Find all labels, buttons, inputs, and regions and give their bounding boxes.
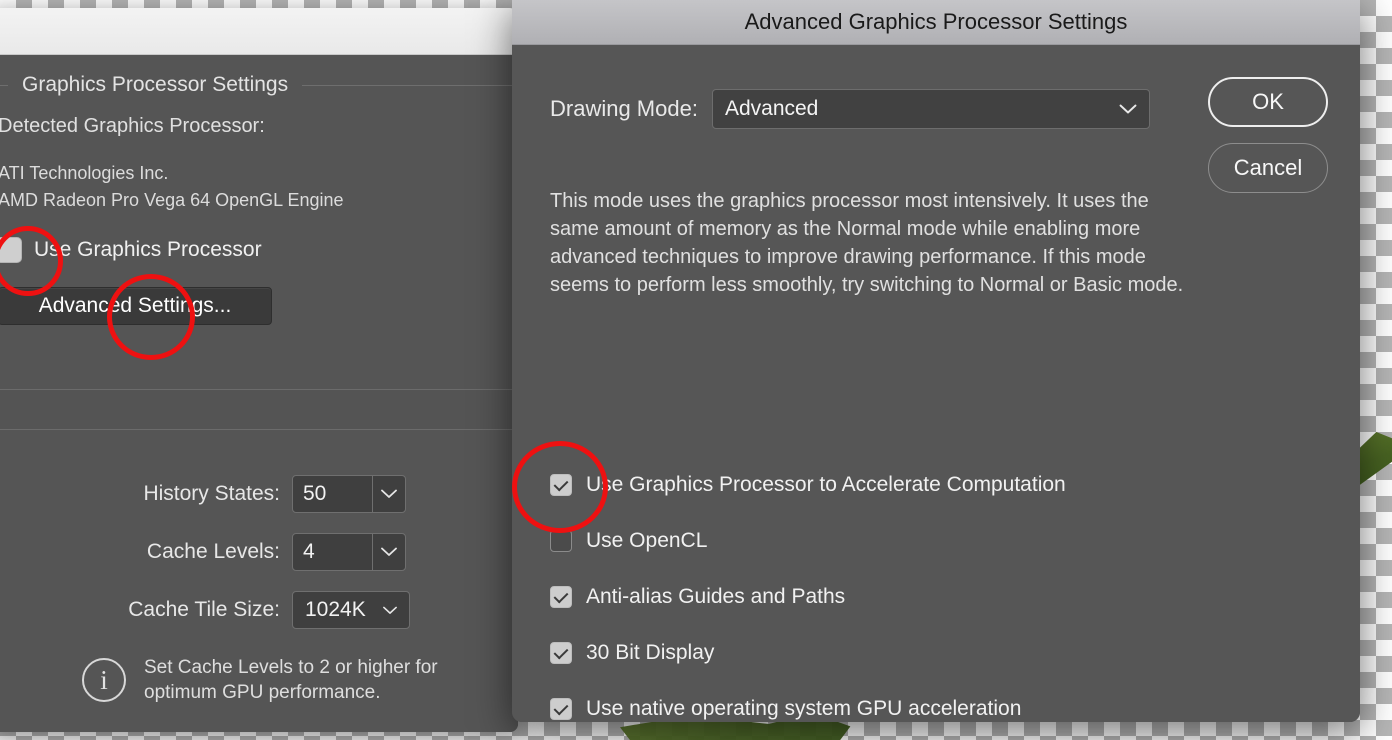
cache-tile-size-row: Cache Tile Size: 1024K (0, 591, 518, 629)
use-gpu-accelerate-computation-label: Use Graphics Processor to Accelerate Com… (586, 473, 1066, 496)
option-row-use-opencl[interactable]: Use OpenCL (550, 513, 1250, 569)
preferences-body: Graphics Processor Settings Detected Gra… (0, 55, 518, 732)
use-graphics-processor-label: Use Graphics Processor (34, 238, 262, 261)
advanced-options-list: Use Graphics Processor to Accelerate Com… (550, 457, 1250, 722)
use-graphics-processor-checkbox[interactable] (0, 237, 22, 263)
cache-fields: History States: 50 Cache Levels: 4 Cache… (0, 475, 518, 649)
use-gpu-accelerate-computation-checkbox[interactable] (550, 474, 572, 496)
option-row-anti-alias[interactable]: Anti-alias Guides and Paths (550, 569, 1250, 625)
chevron-down-icon (373, 489, 405, 499)
ok-button[interactable]: OK (1208, 77, 1328, 127)
thirty-bit-display-label: 30 Bit Display (586, 641, 715, 664)
drawing-mode-description: This mode uses the graphics processor mo… (550, 190, 1184, 296)
chevron-down-icon (1119, 97, 1137, 121)
history-states-select[interactable]: 50 (292, 475, 406, 513)
thirty-bit-display-checkbox[interactable] (550, 642, 572, 664)
chevron-down-icon (373, 547, 405, 557)
screenshot-root: Graphics Processor Settings Detected Gra… (0, 0, 1392, 740)
chevron-down-icon (376, 606, 404, 615)
detected-graphics-processor-label: Detected Graphics Processor: (0, 115, 265, 137)
cache-tile-size-label: Cache Tile Size: (128, 598, 280, 621)
native-os-gpu-acceleration-label: Use native operating system GPU accelera… (586, 697, 1022, 720)
drawing-mode-select[interactable]: Advanced (711, 89, 1150, 129)
history-states-row: History States: 50 (0, 475, 518, 513)
preferences-titlebar (0, 8, 518, 55)
history-states-value: 50 (303, 482, 327, 505)
native-os-gpu-acceleration-checkbox[interactable] (550, 698, 572, 720)
spacer-band (0, 390, 518, 429)
dialog-title: Advanced Graphics Processor Settings (744, 9, 1128, 34)
dialog-body: Drawing Mode: Advanced This mode uses th… (512, 45, 1360, 722)
cache-levels-value: 4 (303, 540, 315, 563)
advanced-graphics-processor-settings-dialog: Advanced Graphics Processor Settings Dra… (512, 0, 1360, 722)
use-graphics-processor-row[interactable]: Use Graphics Processor (0, 237, 262, 263)
option-row-native-gpu-accel[interactable]: Use native operating system GPU accelera… (550, 681, 1250, 722)
info-icon: i (82, 658, 126, 703)
divider-mid (0, 429, 518, 430)
cancel-button[interactable]: Cancel (1208, 143, 1328, 193)
advanced-settings-button[interactable]: Advanced Settings... (0, 287, 272, 325)
gpu-vendor-text: ATI Technologies Inc. (0, 163, 169, 183)
cache-tile-size-select[interactable]: 1024K (292, 591, 410, 629)
dialog-titlebar: Advanced Graphics Processor Settings (512, 0, 1360, 45)
drawing-mode-value: Advanced (724, 97, 819, 120)
option-row-30-bit-display[interactable]: 30 Bit Display (550, 625, 1250, 681)
cache-levels-row: Cache Levels: 4 (0, 533, 518, 571)
history-states-label: History States: (143, 482, 280, 505)
cache-tile-size-value: 1024K (305, 598, 366, 621)
dialog-button-column: OK Cancel (1208, 77, 1328, 193)
group-title: Graphics Processor Settings (22, 73, 289, 96)
drawing-mode-label: Drawing Mode: (550, 96, 698, 121)
use-opencl-checkbox[interactable] (550, 530, 572, 552)
preferences-window: Graphics Processor Settings Detected Gra… (0, 8, 518, 732)
group-rule-left (0, 84, 8, 86)
anti-alias-guides-paths-label: Anti-alias Guides and Paths (586, 585, 846, 608)
cache-info-block: i Set Cache Levels to 2 or higher for op… (0, 655, 496, 706)
cache-levels-select[interactable]: 4 (292, 533, 406, 571)
option-row-accelerate-computation[interactable]: Use Graphics Processor to Accelerate Com… (550, 457, 1250, 513)
drawing-mode-row: Drawing Mode: Advanced (550, 89, 1150, 129)
graphics-processor-settings-group: Graphics Processor Settings (0, 73, 518, 97)
group-rule-right (302, 84, 518, 86)
gpu-model-text: AMD Radeon Pro Vega 64 OpenGL Engine (0, 190, 344, 210)
use-opencl-label: Use OpenCL (586, 529, 708, 552)
anti-alias-guides-paths-checkbox[interactable] (550, 586, 572, 608)
cache-levels-label: Cache Levels: (146, 540, 280, 563)
cache-info-text: Set Cache Levels to 2 or higher for opti… (144, 657, 438, 704)
info-glyph: i (100, 664, 108, 695)
